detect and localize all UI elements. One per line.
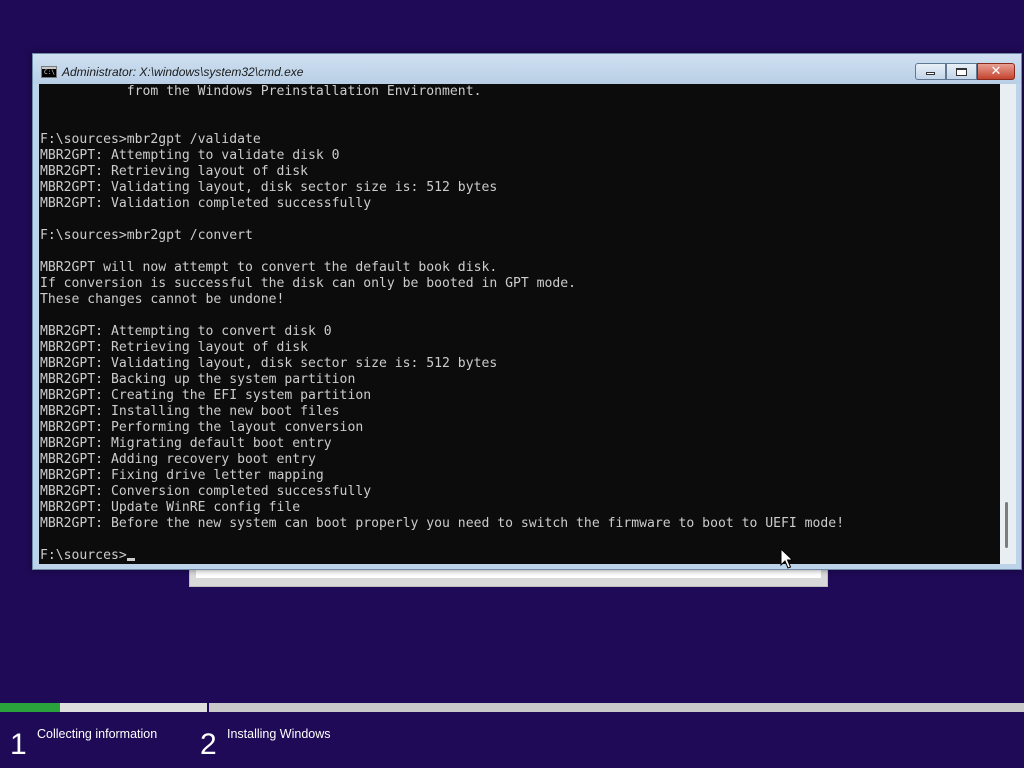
minimize-icon (926, 72, 935, 75)
progress-fill (0, 703, 61, 712)
console-line: F:\sources>mbr2gpt /convert (40, 228, 253, 243)
console-line: MBR2GPT will now attempt to convert the … (40, 260, 498, 275)
console-output[interactable]: from the Windows Preinstallation Environ… (39, 84, 1000, 564)
maximize-button[interactable] (946, 63, 977, 80)
console-line: MBR2GPT: Validating layout, disk sector … (40, 356, 498, 371)
console-line: MBR2GPT: Backing up the system partition (40, 372, 356, 387)
mouse-pointer-icon (780, 548, 794, 569)
console-line: F:\sources>mbr2gpt /validate (40, 132, 261, 147)
console-line: MBR2GPT: Validating layout, disk sector … (40, 180, 498, 195)
console-line: These changes cannot be undone! (40, 292, 285, 307)
console-line: MBR2GPT: Migrating default boot entry (40, 436, 332, 451)
console-line: MBR2GPT: Creating the EFI system partiti… (40, 388, 372, 403)
console-line: MBR2GPT: Installing the new boot files (40, 404, 340, 419)
console-line: MBR2GPT: Attempting to validate disk 0 (40, 148, 340, 163)
console-lines: from the Windows Preinstallation Environ… (40, 84, 844, 531)
maximize-icon (956, 67, 967, 76)
scrollbar-thumb[interactable] (1005, 502, 1008, 548)
step-2-label: Installing Windows (227, 727, 331, 741)
text-cursor (126, 558, 135, 561)
console-line: MBR2GPT: Update WinRE config file (40, 500, 301, 515)
console-line: MBR2GPT: Conversion completed successful… (40, 484, 372, 499)
progress-segment-step-1 (0, 703, 207, 712)
title-bar[interactable]: C:\ Administrator: X:\windows\system32\c… (33, 54, 1021, 84)
console-line: MBR2GPT: Retrieving layout of disk (40, 340, 309, 355)
step-1-label: Collecting information (37, 727, 158, 741)
progress-divider (207, 703, 209, 712)
step-2-number: 2 (200, 728, 217, 761)
window-title: Administrator: X:\windows\system32\cmd.e… (62, 65, 304, 79)
close-icon: ✕ (990, 64, 1002, 79)
vertical-scrollbar[interactable] (1000, 84, 1016, 564)
step-1-number: 1 (10, 728, 27, 761)
cmd-window[interactable]: C:\ Administrator: X:\windows\system32\c… (32, 53, 1022, 570)
console-line: from the Windows Preinstallation Environ… (40, 84, 482, 99)
console-line: MBR2GPT: Adding recovery boot entry (40, 452, 316, 467)
setup-progress-bar (0, 703, 1024, 712)
console-line: MBR2GPT: Attempting to convert disk 0 (40, 324, 332, 339)
console-line: If conversion is successful the disk can… (40, 276, 577, 291)
close-button[interactable]: ✕ (977, 63, 1015, 80)
console-line: MBR2GPT: Fixing drive letter mapping (40, 468, 324, 483)
cmd-icon-text: C:\ (44, 69, 55, 76)
minimize-button[interactable] (915, 63, 946, 80)
command-prompt: F:\sources> (40, 548, 127, 563)
console-line: MBR2GPT: Retrieving layout of disk (40, 164, 309, 179)
console-line: MBR2GPT: Validation completed successful… (40, 196, 372, 211)
console-line: MBR2GPT: Before the new system can boot … (40, 516, 845, 531)
cmd-app-icon[interactable]: C:\ (41, 66, 57, 78)
console-line: MBR2GPT: Performing the layout conversio… (40, 420, 364, 435)
console-text: from the Windows Preinstallation Environ… (40, 84, 844, 564)
